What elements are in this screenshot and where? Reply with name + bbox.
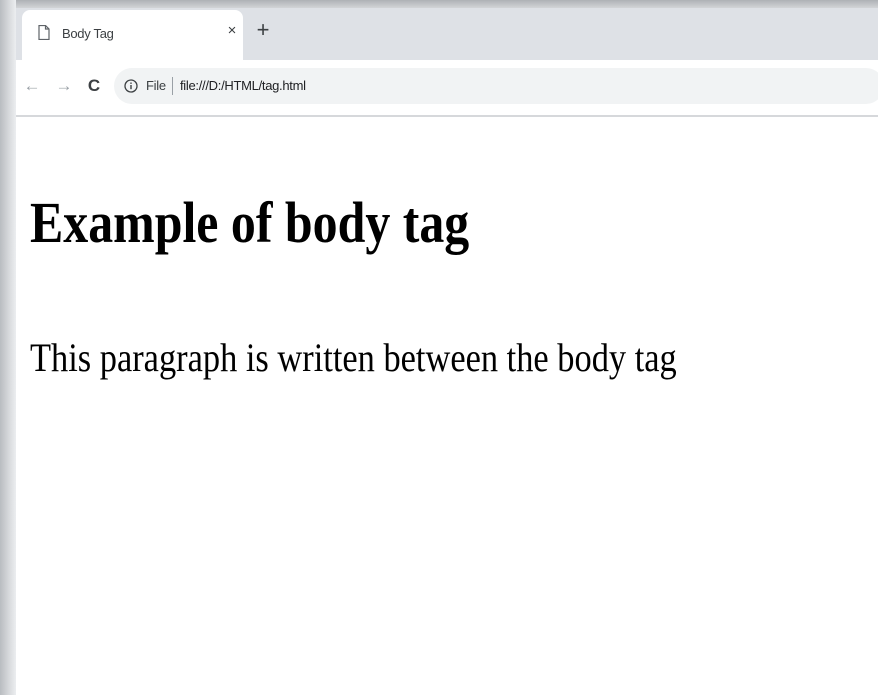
forward-arrow-icon[interactable]: → [54,76,74,96]
reload-icon[interactable]: C [84,76,104,96]
scheme-label: File [146,78,166,93]
close-icon[interactable]: × [223,22,241,40]
tab-strip: Body Tag × + [16,8,878,60]
page-icon [38,24,50,41]
back-arrow-icon[interactable]: ← [22,76,42,96]
window-shadow-top [0,0,878,8]
page-content: Example of body tag This paragraph is wr… [16,117,878,695]
url-text[interactable]: file:///D:/HTML/tag.html [180,78,306,93]
window-shadow-left [0,0,16,695]
new-tab-button[interactable]: + [252,19,274,41]
info-icon[interactable] [124,79,138,93]
tab-title: Body Tag [62,26,114,41]
tab-body-tag[interactable]: Body Tag × [22,10,243,60]
browser-toolbar: ← → C File file:///D:/HTML/tag.html [16,60,878,116]
screenshot-stage: Body Tag × + ← → C File file:///D:/HTML/… [0,0,878,695]
browser-window: Body Tag × + ← → C File file:///D:/HTML/… [16,8,878,695]
address-bar[interactable]: File file:///D:/HTML/tag.html [114,68,878,104]
page-heading: Example of body tag [30,190,470,255]
page-paragraph: This paragraph is written between the bo… [30,335,677,380]
omnibox-separator [172,77,173,95]
